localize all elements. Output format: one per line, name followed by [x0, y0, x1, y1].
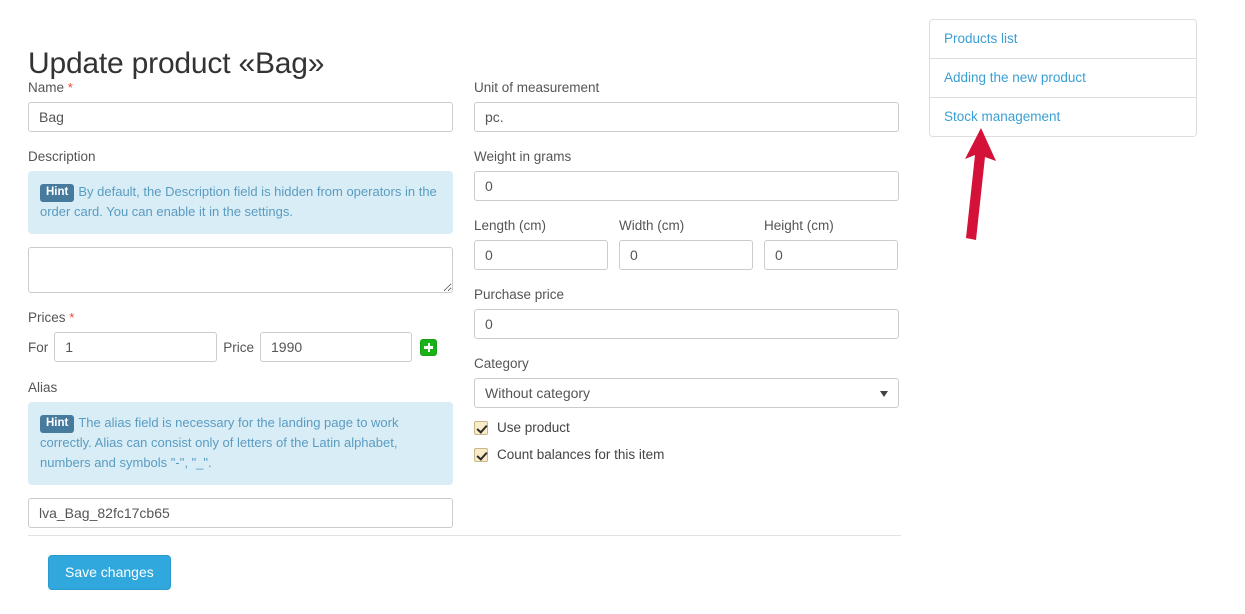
use-product-label: Use product — [497, 420, 570, 435]
price-quantity-input[interactable] — [54, 332, 218, 362]
unit-label: Unit of measurement — [474, 80, 600, 95]
hint-badge: Hint — [40, 184, 75, 202]
arrow-up-icon — [965, 128, 996, 240]
count-balances-checkbox[interactable] — [474, 447, 488, 462]
alias-hint-text: The alias field is necessary for the lan… — [40, 415, 399, 470]
name-label-text: Name — [28, 80, 65, 95]
product-edit-page: Update product «Bag» Name * Description … — [0, 0, 1245, 614]
purchase-price-input[interactable] — [474, 309, 899, 339]
height-input[interactable] — [764, 240, 898, 270]
category-select[interactable]: Without category — [474, 378, 899, 408]
prices-label: Prices * — [28, 310, 453, 326]
description-hint-text: By default, the Description field is hid… — [40, 184, 437, 219]
alias-input[interactable] — [28, 498, 453, 528]
length-input[interactable] — [474, 240, 608, 270]
sidebar-item-adding-new-product[interactable]: Adding the new product — [930, 59, 1196, 98]
use-product-row[interactable]: Use product — [474, 420, 899, 435]
price-amount-input[interactable] — [260, 332, 413, 362]
category-label: Category — [474, 356, 529, 371]
sidebar-item-stock-management[interactable]: Stock management — [930, 98, 1196, 136]
alias-label: Alias — [28, 380, 58, 395]
height-field: Height (cm) — [764, 218, 898, 270]
hint-badge: Hint — [40, 415, 75, 433]
weight-input[interactable] — [474, 171, 899, 201]
page-title: Update product «Bag» — [28, 47, 325, 81]
category-select-wrap: Without category — [474, 378, 899, 408]
name-required-mark: * — [67, 80, 73, 95]
price-amount-label: Price — [223, 339, 255, 355]
height-label: Height (cm) — [764, 218, 834, 233]
use-product-checkbox[interactable] — [474, 420, 488, 435]
length-label: Length (cm) — [474, 218, 547, 233]
plus-icon[interactable] — [420, 338, 438, 356]
right-column: Unit of measurement Weight in grams Leng… — [474, 80, 899, 462]
name-input[interactable] — [28, 102, 453, 132]
form-divider — [28, 535, 901, 536]
prices-label-text: Prices — [28, 310, 66, 325]
width-label: Width (cm) — [619, 218, 685, 233]
save-changes-button[interactable]: Save changes — [48, 555, 171, 590]
count-balances-label: Count balances for this item — [497, 447, 665, 462]
purchase-price-label: Purchase price — [474, 287, 565, 302]
length-field: Length (cm) — [474, 218, 608, 270]
description-hint: Hint By default, the Description field is… — [28, 171, 453, 234]
unit-input[interactable] — [474, 102, 899, 132]
price-for-label: For — [28, 339, 49, 355]
price-row: For Price — [28, 332, 453, 362]
count-balances-row[interactable]: Count balances for this item — [474, 447, 899, 462]
dimensions-row: Length (cm) Width (cm) Height (cm) — [474, 218, 899, 270]
alias-hint: Hint The alias field is necessary for the… — [28, 402, 453, 485]
sidebar-item-products-list[interactable]: Products list — [930, 20, 1196, 59]
weight-label: Weight in grams — [474, 149, 572, 164]
width-field: Width (cm) — [619, 218, 753, 270]
prices-required-mark: * — [69, 310, 75, 325]
left-column: Name * Description HintBy default, the D… — [28, 80, 453, 528]
sidebar-panel: Products list Adding the new product Sto… — [929, 19, 1197, 137]
name-label: Name * — [28, 80, 453, 96]
width-input[interactable] — [619, 240, 753, 270]
description-label: Description — [28, 149, 96, 164]
description-textarea[interactable] — [28, 247, 453, 293]
